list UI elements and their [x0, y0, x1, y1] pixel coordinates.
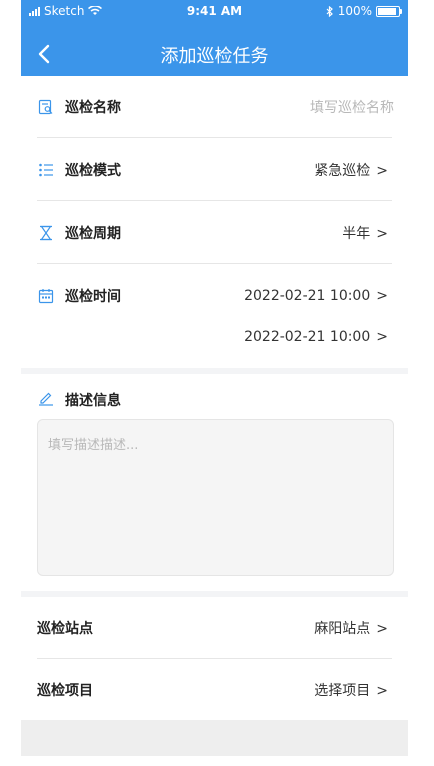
description-label: 描述信息 — [65, 393, 121, 409]
description-placeholder: 填写描述描述... — [48, 438, 139, 453]
inspection-mode-label: 巡检模式 — [65, 163, 121, 179]
end-time-value: 2022-02-21 10:00 — [244, 329, 371, 345]
description-textarea[interactable]: 填写描述描述... — [37, 419, 394, 576]
chevron-right-icon: > — [376, 163, 388, 179]
app-screen: Sketch 9:41 AM 100% 添加巡检任务 巡检名称 填写巡检名称 巡… — [21, 0, 408, 766]
inspection-station-value: 麻阳站点 — [314, 621, 371, 637]
inspection-period-select[interactable]: 半年 > — [342, 223, 388, 243]
bluetooth-icon — [326, 5, 333, 17]
battery-percent: 100% — [337, 4, 372, 18]
divider — [37, 263, 392, 264]
end-time-select[interactable]: 2022-02-21 10:00 > — [244, 329, 388, 345]
nav-bar: 添加巡检任务 — [21, 34, 408, 74]
inspection-name-input[interactable]: 填写巡检名称 — [310, 97, 394, 117]
page-title: 添加巡检任务 — [160, 46, 269, 67]
start-time-value: 2022-02-21 10:00 — [244, 288, 371, 304]
chevron-right-icon: > — [376, 329, 388, 345]
row-inspection-project[interactable]: 巡检项目 选择项目 > — [21, 659, 408, 721]
section-separator — [21, 368, 408, 374]
chevron-right-icon: > — [376, 683, 388, 699]
row-inspection-mode[interactable]: 巡检模式 紧急巡检 > — [21, 139, 408, 201]
chevron-right-icon: > — [376, 288, 388, 304]
divider — [37, 200, 392, 201]
start-time-select[interactable]: 2022-02-21 10:00 > — [244, 288, 388, 304]
row-inspection-name[interactable]: 巡检名称 填写巡检名称 — [21, 76, 408, 138]
inspection-project-value: 选择项目 — [314, 683, 371, 699]
header: Sketch 9:41 AM 100% 添加巡检任务 — [21, 0, 408, 76]
inspection-mode-value: 紧急巡检 — [314, 163, 371, 179]
row-end-time[interactable]: 2022-02-21 10:00 > — [21, 308, 408, 366]
hourglass-icon — [40, 225, 52, 241]
inspection-period-value: 半年 — [342, 226, 371, 242]
inspection-station-label: 巡检站点 — [37, 621, 93, 637]
status-bar: Sketch 9:41 AM 100% — [21, 0, 408, 22]
pencil-icon — [39, 392, 53, 406]
search-document-icon — [38, 99, 53, 115]
inspection-name-label: 巡检名称 — [65, 100, 121, 116]
inspection-project-label: 巡检项目 — [37, 683, 93, 699]
inspection-station-select[interactable]: 麻阳站点 > — [314, 618, 388, 638]
chevron-right-icon: > — [376, 621, 388, 637]
inspection-project-select[interactable]: 选择项目 > — [314, 680, 388, 700]
calendar-icon — [38, 289, 54, 304]
row-inspection-station[interactable]: 巡检站点 麻阳站点 > — [21, 597, 408, 659]
list-icon — [39, 163, 53, 177]
chevron-right-icon: > — [376, 226, 388, 242]
bottom-bar — [21, 720, 408, 756]
row-inspection-period[interactable]: 巡检周期 半年 > — [21, 202, 408, 264]
status-right: 100% — [326, 4, 402, 18]
divider — [37, 137, 392, 138]
battery-icon — [376, 5, 402, 17]
inspection-mode-select[interactable]: 紧急巡检 > — [314, 160, 388, 180]
inspection-time-label: 巡检时间 — [65, 289, 121, 305]
inspection-period-label: 巡检周期 — [65, 226, 121, 242]
